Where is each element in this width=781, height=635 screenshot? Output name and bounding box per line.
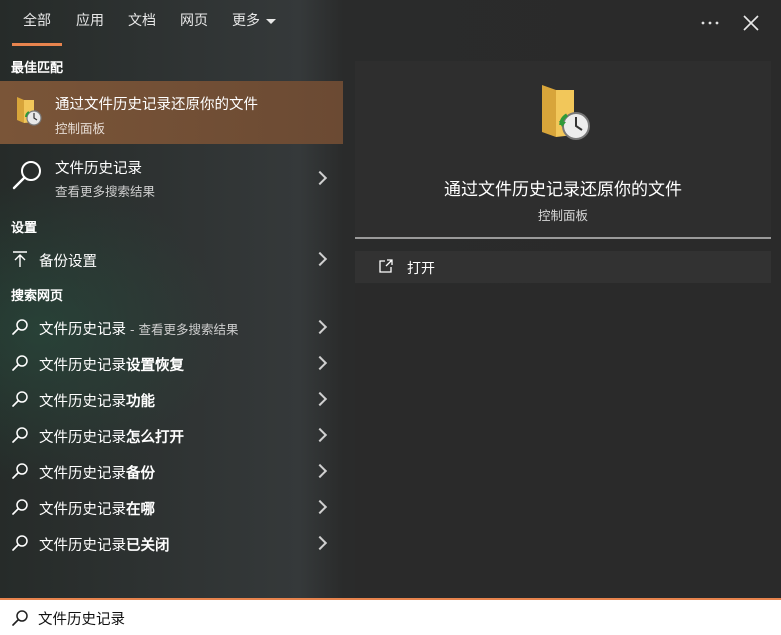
- open-action-label: 打开: [407, 261, 435, 277]
- tab-documents[interactable]: 文档: [122, 0, 162, 46]
- search-window: 全部 应用 文档 网页 更多 最佳匹配 通过文件历史记录还原你的文件 控制面板: [0, 0, 781, 635]
- chevron-right-icon: [312, 170, 328, 186]
- tab-web-label: 网页: [180, 13, 208, 29]
- web-item[interactable]: 文件历史记录在哪: [0, 489, 343, 525]
- divider: [355, 237, 771, 239]
- web-item[interactable]: 文件历史记录功能: [0, 381, 343, 417]
- results-pane: 最佳匹配 通过文件历史记录还原你的文件 控制面板 文件历史记录 查看更多搜索结果…: [0, 48, 343, 598]
- preview-title: 通过文件历史记录还原你的文件: [444, 180, 682, 200]
- search-icon: [12, 319, 28, 335]
- preview-card: 通过文件历史记录还原你的文件 控制面板: [355, 61, 771, 237]
- web-item[interactable]: 文件历史记录设置恢复: [0, 345, 343, 381]
- best-match-title: 通过文件历史记录还原你的文件: [55, 97, 258, 113]
- web-item[interactable]: 文件历史记录 - 查看更多搜索结果: [0, 309, 343, 345]
- web-item-text: 文件历史记录: [39, 358, 126, 374]
- settings-item-label: 备份设置: [39, 254, 97, 270]
- web-item-suffix: - 查看更多搜索结果: [126, 322, 239, 337]
- web-item-text: 文件历史记录: [39, 502, 126, 518]
- tab-all[interactable]: 全部: [12, 0, 62, 46]
- preview-subtitle: 控制面板: [537, 208, 588, 223]
- tab-all-label: 全部: [23, 13, 51, 29]
- search-box: [0, 598, 781, 635]
- chevron-right-icon: [312, 427, 328, 443]
- best-match-subtitle: 控制面板: [55, 121, 106, 136]
- chevron-right-icon: [312, 251, 328, 267]
- web-item-bold: 功能: [126, 394, 155, 410]
- tab-web[interactable]: 网页: [174, 0, 214, 46]
- web-item-label: 文件历史记录 - 查看更多搜索结果: [39, 318, 238, 339]
- open-external-icon: [379, 259, 393, 273]
- web-item-bold: 设置恢复: [126, 358, 184, 374]
- search-icon: [12, 355, 28, 371]
- web-item[interactable]: 文件历史记录备份: [0, 453, 343, 489]
- section-best-match: 最佳匹配: [11, 61, 64, 76]
- open-action[interactable]: 打开: [355, 251, 771, 283]
- ellipsis-icon[interactable]: [696, 10, 724, 36]
- app-result-title: 文件历史记录: [55, 161, 142, 177]
- web-item-label: 文件历史记录在哪: [39, 498, 155, 519]
- top-tab-bar: 全部 应用 文档 网页 更多: [0, 0, 781, 48]
- search-icon: [12, 427, 28, 443]
- web-item-bold: 备份: [126, 466, 155, 482]
- search-icon: [12, 161, 41, 190]
- tab-more-label: 更多: [232, 13, 260, 29]
- web-item-label: 文件历史记录已关闭: [39, 534, 170, 555]
- web-item-label: 文件历史记录设置恢复: [39, 354, 184, 375]
- folder-clock-icon: [542, 85, 590, 140]
- close-icon[interactable]: [737, 10, 765, 36]
- chevron-down-icon: [266, 18, 276, 24]
- web-item-bold: 在哪: [126, 502, 155, 518]
- app-result-subtitle: 查看更多搜索结果: [55, 184, 156, 199]
- preview-pane: 通过文件历史记录还原你的文件 控制面板 打开: [343, 48, 781, 598]
- web-item-text: 文件历史记录: [39, 466, 126, 482]
- web-item-bold: 怎么打开: [126, 430, 184, 446]
- search-icon: [12, 463, 28, 479]
- tab-more[interactable]: 更多: [228, 0, 280, 46]
- web-item-text: 文件历史记录: [39, 394, 126, 410]
- web-item-text: 文件历史记录: [39, 430, 126, 446]
- tab-apps-label: 应用: [76, 13, 104, 29]
- section-settings: 设置: [11, 221, 38, 236]
- upload-arrow-icon: [13, 251, 27, 267]
- search-icon: [12, 535, 28, 551]
- section-web: 搜索网页: [11, 289, 64, 304]
- chevron-right-icon: [312, 499, 328, 515]
- search-input[interactable]: [38, 606, 738, 630]
- settings-item-backup[interactable]: 备份设置: [0, 241, 343, 277]
- tab-apps[interactable]: 应用: [70, 0, 110, 46]
- chevron-right-icon: [312, 355, 328, 371]
- folder-clock-icon: [17, 97, 42, 126]
- search-icon: [12, 391, 28, 407]
- web-item-label: 文件历史记录功能: [39, 390, 155, 411]
- web-item-label: 文件历史记录怎么打开: [39, 426, 184, 447]
- search-icon: [12, 499, 28, 515]
- chevron-right-icon: [312, 535, 328, 551]
- web-item-label: 文件历史记录备份: [39, 462, 155, 483]
- web-item-text: 文件历史记录: [39, 538, 126, 554]
- web-item-text: 文件历史记录: [39, 322, 126, 338]
- web-item[interactable]: 文件历史记录已关闭: [0, 525, 343, 561]
- best-match-item[interactable]: 通过文件历史记录还原你的文件 控制面板: [0, 81, 343, 144]
- chevron-right-icon: [312, 319, 328, 335]
- preview-body: [355, 284, 771, 598]
- app-result-item[interactable]: 文件历史记录 查看更多搜索结果: [0, 148, 343, 210]
- tab-documents-label: 文档: [128, 13, 156, 29]
- web-item-bold: 已关闭: [126, 538, 170, 554]
- web-item[interactable]: 文件历史记录怎么打开: [0, 417, 343, 453]
- chevron-right-icon: [312, 463, 328, 479]
- chevron-right-icon: [312, 391, 328, 407]
- search-icon: [12, 610, 28, 626]
